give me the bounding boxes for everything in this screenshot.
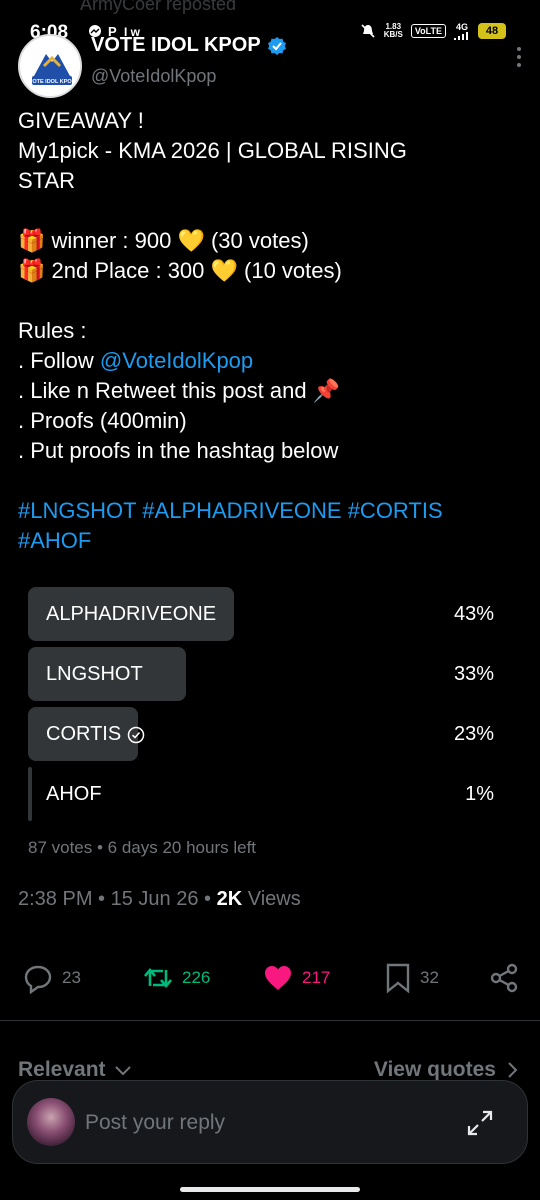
check-circle-icon — [127, 726, 145, 743]
post-body: GIVEAWAY ! My1pick - KMA 2026 | GLOBAL R… — [18, 106, 528, 556]
view-quotes-link[interactable]: View quotes — [374, 1058, 518, 1082]
chevron-down-icon — [114, 1066, 131, 1076]
poll-option[interactable]: LNGSHOT 33% — [28, 647, 508, 701]
rule-follow: . Follow @VoteIdolKpop — [18, 346, 528, 376]
like-button[interactable]: 217 — [262, 962, 330, 994]
rules-title: Rules : — [18, 318, 87, 343]
section-divider — [0, 1020, 540, 1021]
author-avatar[interactable]: VOTE IDOL KPOP — [18, 34, 82, 98]
reply-button[interactable]: 23 — [22, 962, 81, 994]
repost-button[interactable]: 226 — [142, 962, 210, 994]
poll-option-label: CORTIS — [46, 723, 145, 746]
reply-count: 23 — [62, 968, 81, 987]
share-icon — [490, 963, 518, 993]
post-header: VOTE IDOL KPOP VOTE IDOL KPOP @VoteIdolK… — [18, 32, 522, 102]
prize-winner: 🎁 winner : 900 💛 (30 votes) — [18, 228, 309, 253]
hashtags-line[interactable]: #AHOF — [18, 526, 528, 556]
home-indicator[interactable] — [180, 1187, 360, 1192]
poll-option-label: AHOF — [46, 783, 102, 806]
mention-link[interactable]: @VoteIdolKpop — [100, 348, 253, 373]
heart-icon — [265, 966, 291, 990]
author-name-row[interactable]: VOTE IDOL KPOP — [91, 34, 287, 57]
poll-option-percent: 1% — [465, 783, 494, 805]
post-timestamp[interactable]: 2:38 PM • 15 Jun 26 • 2K Views — [18, 888, 301, 911]
poll-bar — [28, 767, 32, 821]
rule-hashtag: . Put proofs in the hashtag below — [18, 438, 339, 463]
repost-count: 226 — [182, 968, 211, 987]
prize-second: 🎁 2nd Place : 300 💛 (10 votes) — [18, 258, 342, 283]
rule-follow-prefix: . Follow — [18, 348, 100, 373]
logo-text: VOTE IDOL KPOP — [29, 79, 76, 85]
poll-option[interactable]: AHOF 1% — [28, 767, 508, 821]
poll-option-text: LNGSHOT — [46, 663, 143, 685]
poll-option-label: LNGSHOT — [46, 663, 143, 686]
reply-composer[interactable]: Post your reply — [12, 1080, 528, 1164]
poll-option-text: CORTIS — [46, 723, 122, 745]
hashtags-line[interactable]: #LNGSHOT #ALPHADRIVEONE #CORTIS — [18, 496, 528, 526]
poll-option[interactable]: CORTIS 23% — [28, 707, 508, 761]
rule-proofs: . Proofs (400min) — [18, 408, 187, 433]
more-vertical-icon — [517, 47, 521, 67]
view-quotes-label: View quotes — [373, 1058, 496, 1081]
sort-replies-dropdown[interactable]: Relevant — [18, 1058, 132, 1082]
poll-option-label: ALPHADRIVEONE — [46, 603, 216, 626]
poll-option-percent: 23% — [453, 723, 494, 745]
sort-label: Relevant — [18, 1058, 106, 1081]
share-button[interactable] — [488, 962, 520, 994]
views-count: 2K — [216, 888, 243, 910]
author-display-name[interactable]: VOTE IDOL KPOP — [91, 34, 261, 57]
bookmark-icon — [386, 963, 410, 994]
poll-option[interactable]: ALPHADRIVEONE 43% — [28, 587, 508, 641]
post-line: My1pick - KMA 2026 | GLOBAL RISING — [18, 138, 407, 163]
post-line: GIVEAWAY ! — [18, 108, 144, 133]
reply-icon — [24, 965, 52, 994]
post-time-date: 2:38 PM • 15 Jun 26 • — [18, 888, 217, 910]
bookmark-button[interactable]: 32 — [384, 962, 439, 994]
action-bar: 23 226 217 32 — [22, 962, 522, 998]
poll-option-percent: 33% — [453, 663, 494, 685]
expand-composer-button[interactable] — [465, 1108, 495, 1143]
user-avatar — [27, 1098, 75, 1146]
more-options-button[interactable] — [516, 46, 522, 73]
expand-icon — [467, 1110, 493, 1136]
post-line: STAR — [18, 168, 76, 193]
reply-input[interactable]: Post your reply — [85, 1111, 225, 1135]
retweet-icon — [144, 967, 172, 989]
poll: ALPHADRIVEONE 43% LNGSHOT 33% CORTIS 23%… — [28, 587, 508, 827]
rule-like-retweet: . Like n Retweet this post and 📌 — [18, 378, 341, 403]
poll-option-text: AHOF — [46, 783, 102, 805]
bookmark-count: 32 — [420, 968, 439, 987]
chevron-right-icon — [508, 1062, 518, 1078]
verified-badge-icon — [267, 36, 286, 55]
poll-option-text: ALPHADRIVEONE — [46, 603, 217, 625]
poll-meta: 87 votes • 6 days 20 hours left — [28, 838, 257, 857]
network-type: 4G — [455, 22, 468, 32]
poll-option-percent: 43% — [453, 603, 494, 625]
views-label: Views — [242, 888, 301, 910]
reposted-label: ArmyCoer reposted — [80, 0, 237, 14]
author-handle[interactable]: @VoteIdolKpop — [91, 66, 216, 87]
vote-idol-logo: VOTE IDOL KPOP — [22, 38, 80, 96]
like-count: 217 — [302, 968, 331, 987]
